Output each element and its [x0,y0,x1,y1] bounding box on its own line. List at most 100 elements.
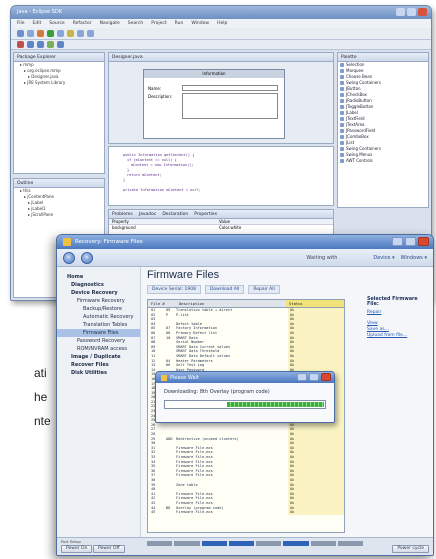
tree-item[interactable]: ▸ JRE System Library [14,80,104,86]
tab-problems[interactable]: Problems [112,212,133,217]
save-icon[interactable] [27,30,34,37]
indicator [337,541,363,546]
form-header: Information [144,70,284,78]
sidebar-item[interactable]: Automatic Recovery [57,313,140,321]
device-menu[interactable]: Device ▾ [373,255,394,261]
indicator [283,541,309,546]
selected-file-panel: Selected Firmware File: Repair View Save… [367,297,431,339]
minimize-icon[interactable] [297,373,307,381]
sidebar-item[interactable]: Password Recovery [57,337,140,345]
palette-item[interactable]: AWT Controls [338,158,428,164]
bookmark-icon[interactable] [27,41,34,48]
palette-header: Palette [338,53,428,62]
maximize-icon[interactable] [407,8,416,16]
close-icon[interactable] [418,8,427,16]
close-icon[interactable] [321,373,331,381]
power-cycle-button[interactable]: Power cycle [392,545,429,553]
sidebar-item[interactable]: Disk Utilities [57,369,140,377]
ide-toolbar-2 [11,40,431,50]
download-progress-bar [164,400,326,409]
menu-item-project[interactable]: Project [151,21,166,26]
repair-all-button[interactable]: Repair All [248,285,280,294]
sidebar-item[interactable]: Device Recovery [57,289,140,297]
file-list-header: File # Description Status [148,300,344,308]
power-off-button[interactable]: Power Off [93,545,125,553]
power-on-button[interactable]: Power On [61,545,93,553]
table-cell: 45 [151,510,156,515]
sidebar-item[interactable]: Image / Duplicate [57,353,140,361]
back-icon[interactable] [77,30,84,37]
menu-item-window[interactable]: Window [191,21,209,26]
sidebar-item[interactable]: Backup/Restore [57,305,140,313]
sidebar-item[interactable]: Translation Tables [57,321,140,329]
indicator [310,541,336,546]
stop-icon[interactable] [17,41,24,48]
minimize-icon[interactable] [396,8,405,16]
props-header-property: Property [112,219,129,224]
outline-item[interactable]: ▸ jScrollPane [14,212,104,218]
layout-icon[interactable] [57,41,64,48]
form-label-description: Description: [148,94,173,99]
menu-item-source[interactable]: Source [49,21,64,26]
outline-title: Outline [17,181,34,186]
debug-icon[interactable] [37,30,44,37]
recovery-window-buttons [392,237,429,246]
close-icon[interactable] [418,237,429,246]
port-setup-label: Port Setup [61,539,81,544]
menu-item-edit[interactable]: Edit [33,21,42,26]
ide-toolbar [11,28,431,40]
search-icon[interactable] [57,30,64,37]
tab-properties[interactable]: Properties [194,212,217,217]
tab-javadoc[interactable]: Javadoc [139,212,157,217]
background-text-fragment: nte [34,414,51,428]
designer-tab-label: Designer.java [112,55,143,60]
maximize-icon[interactable] [405,237,416,246]
form-label-name: Name: [148,86,162,91]
sidebar-item[interactable]: Firmware Files [57,329,140,337]
tab-declaration[interactable]: Declaration [162,212,188,217]
sidebar-item[interactable]: Home [57,273,140,281]
open-type-icon[interactable] [67,30,74,37]
ide-menubar: File Edit Source Refactor Navigate Searc… [11,19,431,28]
task-icon[interactable] [37,41,44,48]
run-icon[interactable] [47,30,54,37]
menu-item-search[interactable]: Search [128,21,143,26]
table-cell: Firmware File.mcs [176,510,213,515]
menu-item-file[interactable]: File [17,21,25,26]
props-header-value: Value [219,219,230,224]
forward-icon[interactable] [87,30,94,37]
table-row[interactable]: 45 Firmware File.mcs Ok [148,510,344,515]
menu-item-help[interactable]: Help [217,21,227,26]
back-icon[interactable]: ‹ [63,251,75,264]
ide-window-buttons [396,8,427,16]
designer-tab[interactable]: Designer.java [109,53,333,62]
props-row[interactable]: background Color.white [109,225,333,231]
menu-item-refactor[interactable]: Refactor [73,21,92,26]
code-editor[interactable]: public Information getContent() { if (mC… [108,146,334,206]
props-cell: background [112,225,136,230]
menu-item-navigate[interactable]: Navigate [100,21,120,26]
designer-form[interactable]: Information Name: Description: [143,69,285,139]
sidebar-item[interactable]: ROM/NVRAM access [57,345,140,353]
indicator [174,541,200,546]
new-icon[interactable] [17,30,24,37]
menu-item-run[interactable]: Run [175,21,184,26]
app-icon [63,238,71,246]
windows-menu[interactable]: Windows ▾ [401,255,427,261]
sidebar-item[interactable]: Recover Files [57,361,140,369]
forward-icon[interactable]: › [81,251,93,264]
minimize-icon[interactable] [392,237,403,246]
form-description-field[interactable] [182,93,278,119]
palette-view: Palette Selection Marquee Choose Bean Swing… [337,52,429,208]
recovery-navbar: ‹ › Waiting with Device ▾ Windows ▾ [57,249,433,267]
form-name-field[interactable] [182,85,278,91]
build-icon[interactable] [47,41,54,48]
maximize-icon[interactable] [309,373,319,381]
indicator [228,541,254,546]
sidebar-item[interactable]: Firmware Recovery [57,297,140,305]
page-title: Firmware Files [147,269,220,281]
background-text-fragment: ati [34,366,47,380]
sidebar-item[interactable]: Diagnostics [57,281,140,289]
upload-link[interactable]: Upload from file... [367,333,431,339]
download-all-button[interactable]: Download All [204,285,245,294]
